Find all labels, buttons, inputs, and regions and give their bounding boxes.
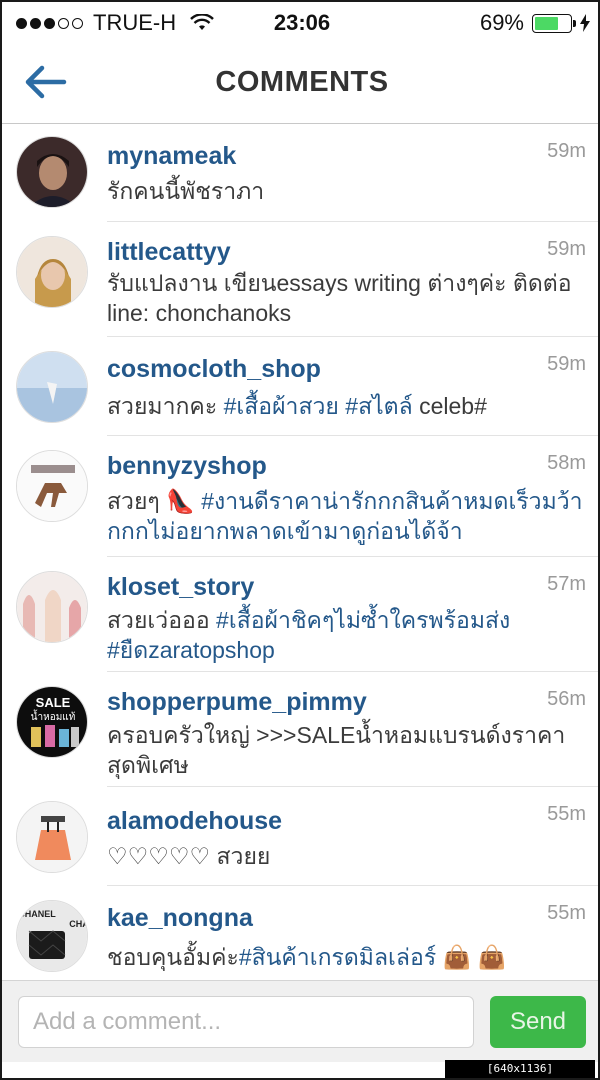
comment-item: kloset_story 57m สวยเว่อออ #เสื้อผ้าชิคๆ… xyxy=(2,557,598,672)
charging-bolt-icon xyxy=(580,14,590,32)
comment-username[interactable]: cosmocloth_shop xyxy=(107,355,321,384)
comment-time: 59m xyxy=(547,238,586,260)
comment-item: mynameak 59m รักคนนี้พัชราภา xyxy=(2,124,598,222)
comment-username[interactable]: littlecattyy xyxy=(107,238,231,267)
comment-username[interactable]: kloset_story xyxy=(107,573,254,602)
comment-text: ชอบคุนอั้มค่ะ#สินค้าเกรดมิลเล่อร์ 👜 👜 xyxy=(107,944,507,970)
comment-item: cosmocloth_shop 59m สวยมากคะ #เสื้อผ้าสว… xyxy=(2,337,598,436)
comment-text: รักคนนี้พัชราภา xyxy=(107,178,265,204)
avatar[interactable] xyxy=(16,136,88,208)
nav-bar: COMMENTS xyxy=(2,46,598,124)
avatar[interactable] xyxy=(16,571,88,643)
comment-text: สวยๆ 👠 #งานดีราคาน่ารักกกสินค้าหมดเร็วมว… xyxy=(107,488,583,544)
comment-text: ♡♡♡♡♡ สวยย xyxy=(107,843,271,869)
comment-username[interactable]: kae_nongna xyxy=(107,904,253,933)
avatar[interactable]: CHANEL CHA xyxy=(16,900,88,972)
avatar-sub-label: น้ำหอมแท้ xyxy=(31,709,76,723)
avatar-sale-label: SALE xyxy=(36,695,71,710)
comment-text: สวยเว่อออ #เสื้อผ้าชิคๆไม่ซ้ำใครพร้อมส่ง… xyxy=(107,607,511,663)
comment-username[interactable]: mynameak xyxy=(107,142,236,171)
hashtag[interactable]: #เสื้อผ้าสวย #สไตล์ xyxy=(224,393,413,419)
comment-input[interactable] xyxy=(18,996,474,1048)
comment-item: bennyzyshop 58m สวยๆ 👠 #งานดีราคาน่ารักก… xyxy=(2,436,598,557)
comment-time: 59m xyxy=(547,353,586,375)
comment-text: สวยมากคะ #เสื้อผ้าสวย #สไตล์ celeb# xyxy=(107,393,487,419)
battery-icon xyxy=(532,13,576,33)
comment-text: รับแปลงาน เขียนessays writing ต่างๆค่ะ ต… xyxy=(107,270,572,326)
comment-time: 57m xyxy=(547,573,586,595)
avatar[interactable] xyxy=(16,351,88,423)
comment-time: 55m xyxy=(547,803,586,825)
avatar[interactable]: SALE น้ำหอมแท้ xyxy=(16,686,88,758)
comment-username[interactable]: bennyzyshop xyxy=(107,452,267,481)
battery-percent: 69% xyxy=(479,10,524,35)
comment-item: CHANEL CHA kae_nongna 55m ชอบคุนอั้มค่ะ#… xyxy=(2,886,598,980)
phone-frame: TRUE-H 23:06 69% COMMENTS mynameak 59m ร… xyxy=(0,0,600,1080)
comment-time: 56m xyxy=(547,688,586,710)
hashtag[interactable]: #สินค้าเกรดมิลเล่อร์ xyxy=(239,944,436,970)
send-button[interactable]: Send xyxy=(490,996,586,1048)
comment-time: 55m xyxy=(547,902,586,924)
comment-time: 59m xyxy=(547,140,586,162)
comment-text: ครอบครัวใหญ่ >>>SALEน้ำหอมแบรนด์งราคาสุด… xyxy=(107,722,566,778)
page-title: COMMENTS xyxy=(215,66,389,98)
watermark: [640x1136] http://upic.me/ xyxy=(445,1060,595,1078)
avatar[interactable] xyxy=(16,450,88,522)
comment-item: alamodehouse 55m ♡♡♡♡♡ สวยย xyxy=(2,787,598,886)
status-bar: TRUE-H 23:06 69% xyxy=(2,2,598,46)
comment-composer: Send xyxy=(2,980,598,1062)
comment-username[interactable]: shopperpume_pimmy xyxy=(107,688,367,717)
comment-item: littlecattyy 59m รับแปลงาน เขียนessays w… xyxy=(2,222,598,337)
comments-list[interactable]: mynameak 59m รักคนนี้พัชราภา littlecatty… xyxy=(2,124,598,980)
comment-item: SALE น้ำหอมแท้ shopperpume_pimmy 56m ครอ… xyxy=(2,672,598,787)
avatar-brand-short: CHA xyxy=(69,919,88,929)
comment-time: 58m xyxy=(547,452,586,474)
avatar-brand-label: CHANEL xyxy=(18,909,56,919)
comment-username[interactable]: alamodehouse xyxy=(107,807,282,836)
avatar[interactable] xyxy=(16,236,88,308)
status-right: 69% xyxy=(480,10,590,36)
avatar[interactable] xyxy=(16,801,88,873)
